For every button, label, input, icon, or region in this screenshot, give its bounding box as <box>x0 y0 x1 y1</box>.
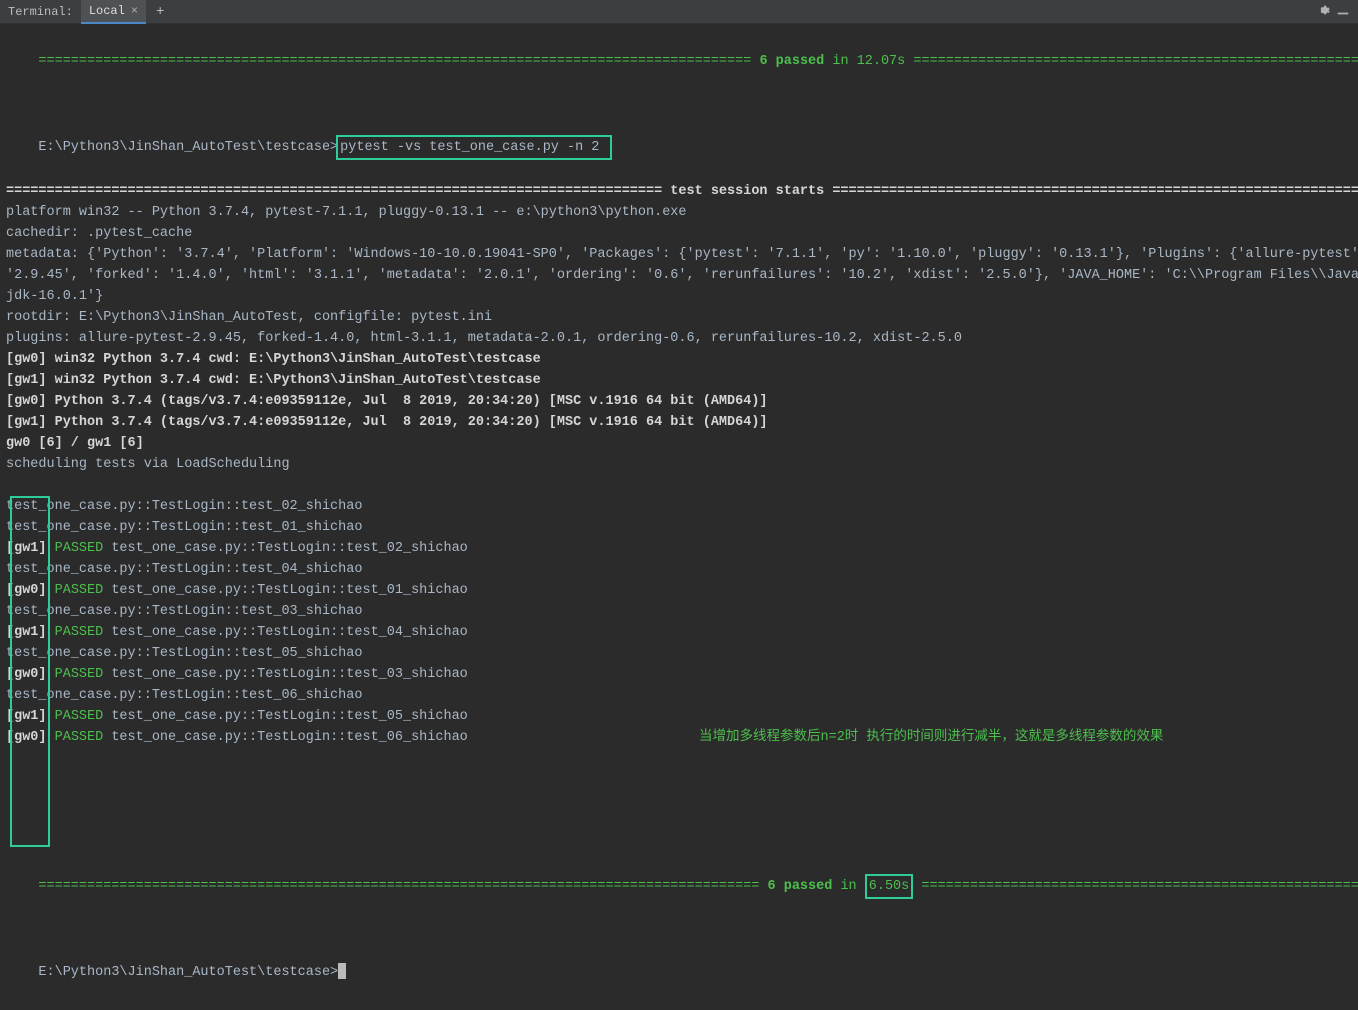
banner-post: ========================================… <box>913 879 1358 894</box>
command-highlight: pytest -vs test_one_case.py -n 2 <box>336 135 611 160</box>
result-line: test_one_case.py::TestLogin::test_01_shi… <box>6 517 1352 538</box>
banner-time: 6.50s <box>869 879 910 894</box>
gw-counts: gw0 [6] / gw1 [6] <box>6 436 144 451</box>
metadata-line: '2.9.45', 'forked': '1.4.0', 'html': '3.… <box>6 268 1358 283</box>
rootdir-line: rootdir: E:\Python3\JinShan_AutoTest, co… <box>6 310 492 325</box>
gw-label: [gw0] <box>6 583 47 598</box>
test-id: test_one_case.py::TestLogin::test_06_shi… <box>111 730 476 745</box>
test-id: test_one_case.py::TestLogin::test_01_shi… <box>111 583 476 598</box>
gw0-cwd: [gw0] win32 Python 3.7.4 cwd: E:\Python3… <box>6 352 541 367</box>
results-block: test_one_case.py::TestLogin::test_02_shi… <box>6 496 1352 748</box>
metadata-line: jdk-16.0.1'} <box>6 289 103 304</box>
hide-icon[interactable] <box>1336 3 1350 21</box>
terminal-output[interactable]: ========================================… <box>0 24 1358 1010</box>
passed-label: PASSED <box>47 667 112 682</box>
banner-in: in <box>832 879 864 894</box>
result-line: test_one_case.py::TestLogin::test_04_shi… <box>6 559 1352 580</box>
platform-line: platform win32 -- Python 3.7.4, pytest-7… <box>6 205 687 220</box>
result-line: test_one_case.py::TestLogin::test_03_shi… <box>6 601 1352 622</box>
test-id: test_one_case.py::TestLogin::test_02_shi… <box>6 499 371 514</box>
test-id: test_one_case.py::TestLogin::test_01_shi… <box>6 520 371 535</box>
passed-label: PASSED <box>47 730 112 745</box>
gw1-cwd: [gw1] win32 Python 3.7.4 cwd: E:\Python3… <box>6 373 541 388</box>
tab-label: Local <box>89 4 125 18</box>
banner-pre: ========================================… <box>38 879 767 894</box>
add-tab-button[interactable]: + <box>146 4 174 20</box>
command-text: pytest -vs test_one_case.py -n 2 <box>340 140 607 155</box>
test-id: test_one_case.py::TestLogin::test_03_shi… <box>111 667 476 682</box>
gw0-python: [gw0] Python 3.7.4 (tags/v3.7.4:e0935911… <box>6 394 768 409</box>
prompt: E:\Python3\JinShan_AutoTest\testcase> <box>38 965 338 980</box>
close-icon[interactable]: × <box>131 4 138 18</box>
banner-pre: ========================================… <box>38 54 759 69</box>
gw-label: [gw1] <box>6 541 47 556</box>
passed-label: PASSED <box>47 709 112 724</box>
gw-label: [gw1] <box>6 625 47 640</box>
time-highlight: 6.50s <box>865 874 914 899</box>
cursor <box>338 963 346 979</box>
cachedir-line: cachedir: .pytest_cache <box>6 226 192 241</box>
banner-in: in <box>824 54 856 69</box>
gear-icon[interactable] <box>1316 3 1330 21</box>
result-line: test_one_case.py::TestLogin::test_02_shi… <box>6 496 1352 517</box>
test-id: test_one_case.py::TestLogin::test_03_shi… <box>6 604 371 619</box>
result-line: [gw0] PASSED test_one_case.py::TestLogin… <box>6 580 1352 601</box>
result-line: [gw1] PASSED test_one_case.py::TestLogin… <box>6 706 1352 727</box>
banner-post: ========================================… <box>905 54 1358 69</box>
scheduling-line: scheduling tests via LoadScheduling <box>6 457 290 472</box>
result-line: test_one_case.py::TestLogin::test_06_shi… <box>6 685 1352 706</box>
terminal-header: Terminal: Local × + <box>0 0 1358 24</box>
test-id: test_one_case.py::TestLogin::test_06_shi… <box>6 688 371 703</box>
banner-time: 12.07s <box>857 54 906 69</box>
result-line: [gw0] PASSED test_one_case.py::TestLogin… <box>6 664 1352 685</box>
test-id: test_one_case.py::TestLogin::test_04_shi… <box>6 562 371 577</box>
passed-label: PASSED <box>47 583 112 598</box>
test-id: test_one_case.py::TestLogin::test_02_shi… <box>111 541 476 556</box>
passed-label: PASSED <box>47 541 112 556</box>
banner-passed: 6 passed <box>768 879 833 894</box>
test-id: test_one_case.py::TestLogin::test_04_shi… <box>111 625 476 640</box>
test-id: test_one_case.py::TestLogin::test_05_shi… <box>111 709 476 724</box>
result-line: [gw1] PASSED test_one_case.py::TestLogin… <box>6 622 1352 643</box>
gw-label: [gw0] <box>6 667 47 682</box>
prompt: E:\Python3\JinShan_AutoTest\testcase> <box>38 140 338 155</box>
result-line: test_one_case.py::TestLogin::test_05_shi… <box>6 643 1352 664</box>
session-header: ========================================… <box>6 184 1358 199</box>
gw-label: [gw0] <box>6 730 47 745</box>
result-line: [gw1] PASSED test_one_case.py::TestLogin… <box>6 538 1352 559</box>
gw1-python: [gw1] Python 3.7.4 (tags/v3.7.4:e0935911… <box>6 415 768 430</box>
test-id: test_one_case.py::TestLogin::test_05_shi… <box>6 646 371 661</box>
banner-passed: 6 passed <box>759 54 824 69</box>
terminal-label: Terminal: <box>0 5 81 19</box>
terminal-tab-local[interactable]: Local × <box>81 0 146 24</box>
gw-label: [gw1] <box>6 709 47 724</box>
plugins-line: plugins: allure-pytest-2.9.45, forked-1.… <box>6 331 962 346</box>
passed-label: PASSED <box>47 625 112 640</box>
metadata-line: metadata: {'Python': '3.7.4', 'Platform'… <box>6 247 1358 262</box>
